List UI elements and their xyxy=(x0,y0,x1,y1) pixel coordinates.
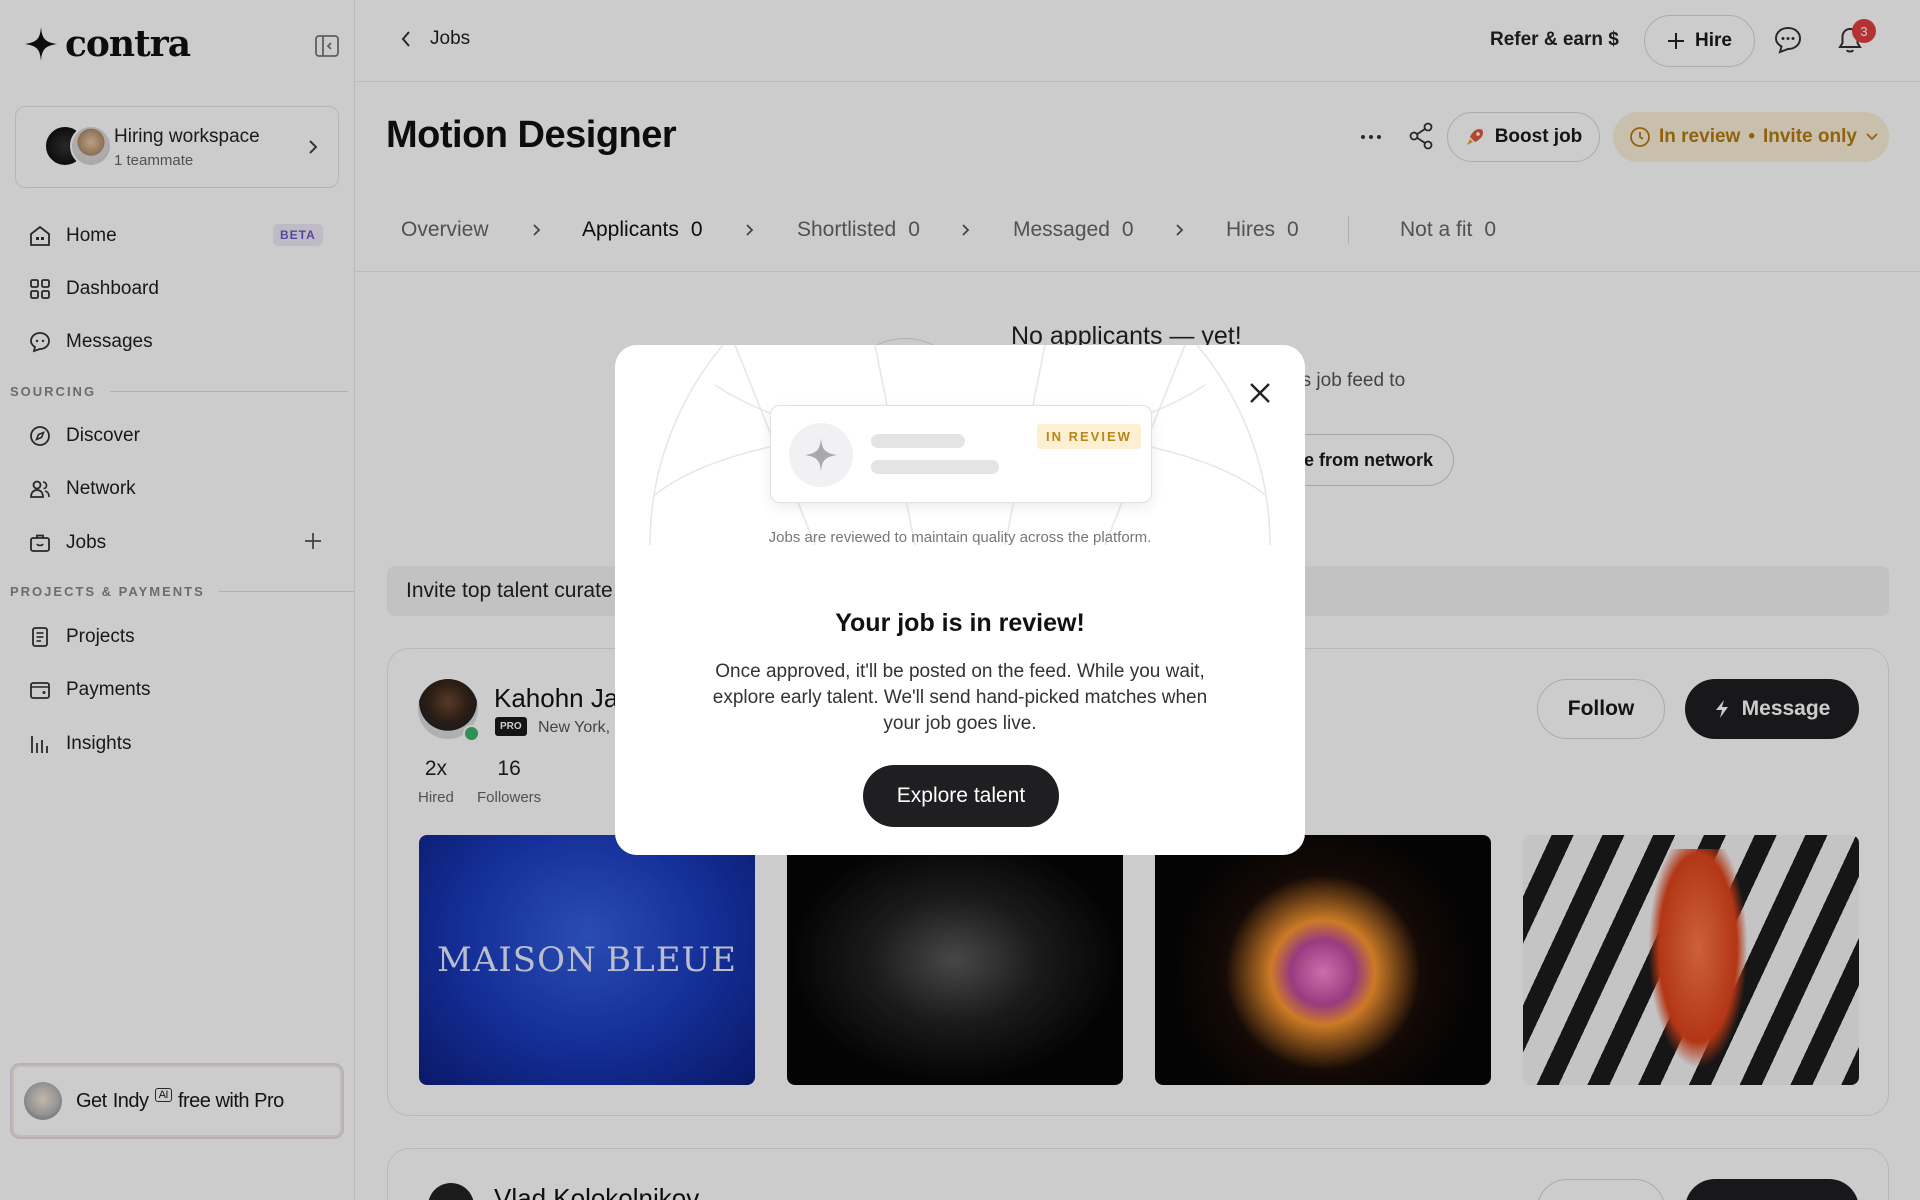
modal-caption: Jobs are reviewed to maintain quality ac… xyxy=(768,529,1152,546)
star-icon xyxy=(805,438,837,472)
preview-avatar xyxy=(789,423,853,487)
explore-talent-button[interactable]: Explore talent xyxy=(863,765,1059,827)
modal-title: Your job is in review! xyxy=(835,609,1085,637)
skeleton-line xyxy=(871,460,999,474)
in-review-badge: IN REVIEW xyxy=(1037,424,1141,449)
modal-body: Once approved, it'll be posted on the fe… xyxy=(712,661,1208,734)
skeleton-line xyxy=(871,434,965,448)
close-icon[interactable] xyxy=(1245,378,1275,408)
explore-label: Explore talent xyxy=(896,784,1026,807)
job-preview-card: IN REVIEW xyxy=(770,405,1152,503)
job-review-modal: IN REVIEW Jobs are reviewed to maintain … xyxy=(615,345,1305,855)
